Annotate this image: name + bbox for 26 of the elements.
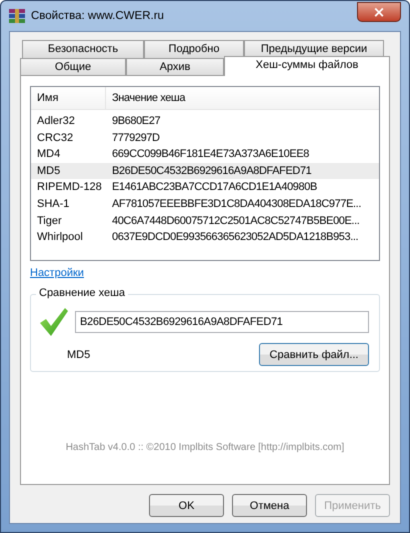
archive-icon [9, 9, 25, 23]
window-title: Свойства: www.CWER.ru [31, 10, 164, 22]
hash-input[interactable]: B26DE50C4532B6929616A9A8DFAFED71 [75, 311, 369, 333]
checkmark-icon [39, 307, 69, 337]
column-header[interactable]: Имя [31, 87, 106, 109]
dialog-button[interactable]: OK [149, 494, 224, 517]
dialog-button[interactable]: Отмена [232, 494, 307, 517]
tab[interactable]: Подробно [144, 40, 244, 58]
list-row[interactable]: SHA-1 AF781057EEEBBFE3D1C8DA404308EDA18C977E... [31, 196, 379, 213]
column-header[interactable]: Значение хеша [106, 87, 186, 109]
list-row[interactable]: MD4 669CC099B46F181E4E73A373A6E10EE8 [31, 146, 379, 163]
list-row[interactable]: Adler32 9B680E27 [31, 113, 379, 130]
settings-link[interactable]: Настройки [30, 267, 84, 279]
tab[interactable]: Хеш-суммы файлов [224, 56, 390, 76]
list-row[interactable]: MD5 B26DE50C4532B6929616A9A8DFAFED71 [31, 162, 379, 180]
list-row[interactable]: Tiger 40C6A7448D60075712C2501AC8C52747B5BE00E... [31, 212, 379, 230]
list-row[interactable]: CRC32 7779297D [31, 130, 379, 146]
tab[interactable]: Общие [20, 58, 126, 76]
footer-text: HashTab v4.0.0 :: ©2010 Implbits Software [http://implbits.com] [64, 442, 346, 453]
group-title: Сравнение хеша [36, 287, 128, 299]
list-row[interactable]: RIPEMD-128 E1461ABC23BA7CCD17A6CD1E1A40980B [31, 179, 379, 196]
tab[interactable]: Архив [126, 58, 224, 76]
tab[interactable]: Безопасность [22, 40, 144, 58]
list-row[interactable]: Whirlpool 0637E9DCD0E993566365623052AD5DA1218B953... [31, 229, 379, 246]
compare-file-button[interactable]: Сравнить файл... [259, 343, 369, 366]
algorithm-label: MD5 [67, 348, 90, 360]
